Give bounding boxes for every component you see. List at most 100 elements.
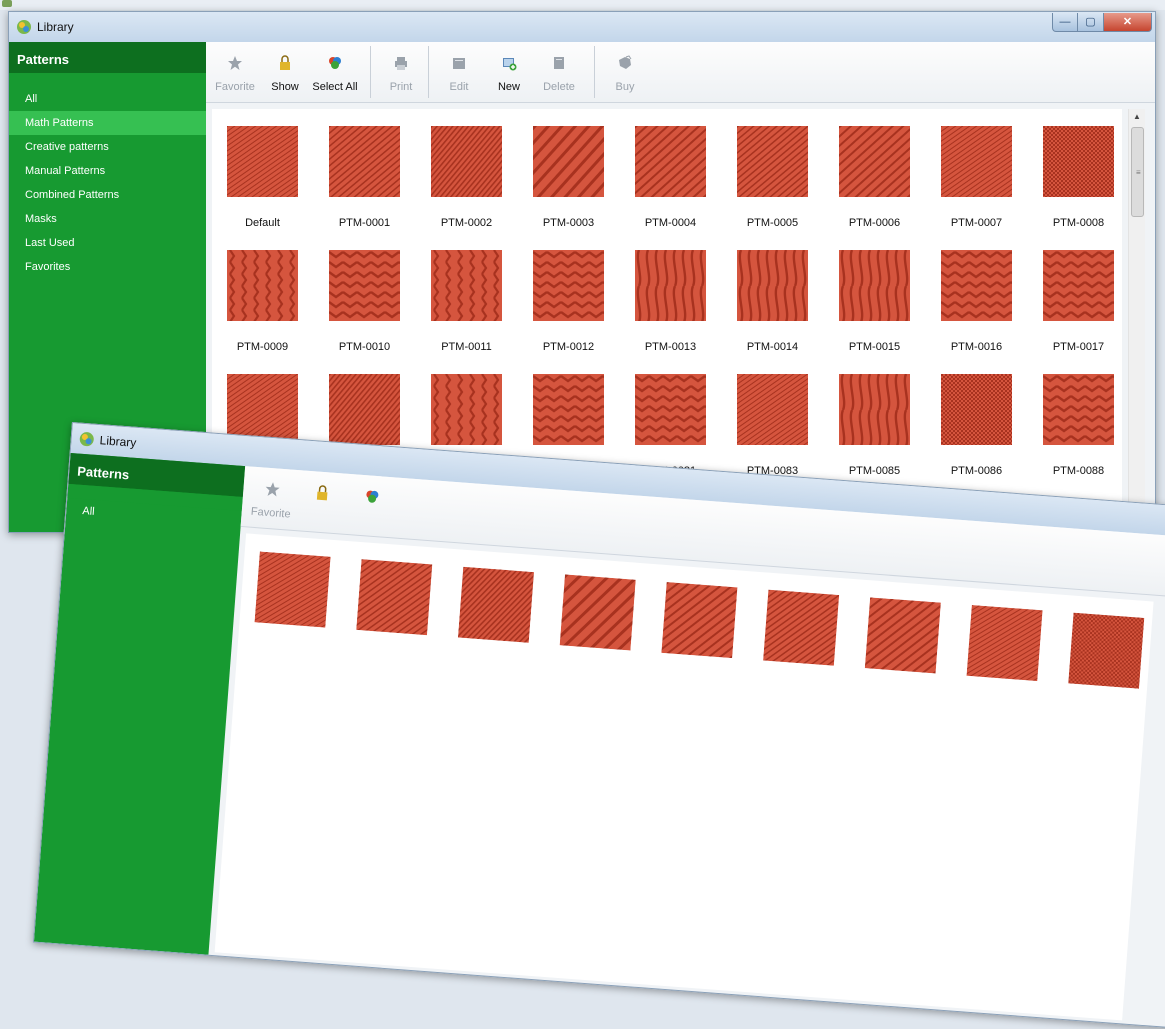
toolbar-button-label: Buy: [615, 81, 635, 93]
pattern-name: Default: [245, 217, 280, 229]
pattern-name: PTM-0007: [950, 217, 1003, 229]
sidebar-item-combined-patterns[interactable]: Combined Patterns: [9, 183, 206, 207]
pattern-thumbnail: [941, 250, 1012, 321]
toolbar-group-0: Favorite Show Select All: [210, 46, 360, 98]
pattern-name: PTM-0016: [950, 341, 1003, 353]
edit-button[interactable]: Edit: [434, 46, 484, 98]
new-button[interactable]: New: [484, 46, 534, 98]
pattern-item[interactable]: PTM-0088: [1028, 357, 1122, 480]
pattern-item[interactable]: PTM-0085: [824, 357, 925, 480]
toolbar-group-3: Buy: [600, 46, 650, 98]
sidebar-item-last-used[interactable]: Last Used: [9, 231, 206, 255]
lock-icon: [316, 485, 328, 501]
sidebar-item-favorites[interactable]: Favorites: [9, 255, 206, 279]
pattern-item[interactable]: PTM-0003: [518, 109, 619, 232]
pattern-item[interactable]: PTM-0007: [926, 109, 1027, 232]
print-button[interactable]: Print: [376, 46, 426, 98]
toolbar-button-label: New: [497, 81, 520, 93]
pattern-item[interactable]: [440, 549, 550, 679]
pattern-item[interactable]: [237, 533, 347, 663]
pattern-item[interactable]: [847, 579, 957, 709]
show-button[interactable]: [295, 474, 349, 530]
pattern-item[interactable]: PTM-0016: [926, 233, 1027, 356]
pattern-thumbnail: [839, 126, 910, 197]
toolbar: Favorite Show Select All Print Edit New Delete…: [206, 42, 1155, 103]
pattern-thumbnail: [227, 250, 298, 321]
favorite-button[interactable]: Favorite: [210, 46, 260, 98]
title-bar[interactable]: Library — ▢ ✕: [9, 12, 1155, 42]
pattern-item[interactable]: PTM-0083: [722, 357, 823, 480]
pattern-item[interactable]: PTM-0011: [416, 233, 517, 356]
pattern-item[interactable]: PTM-0002: [416, 109, 517, 232]
select-all-icon: [366, 490, 379, 503]
pattern-name: PTM-0015: [848, 341, 901, 353]
pattern-item[interactable]: [339, 541, 449, 671]
pattern-name: PTM-0002: [440, 217, 493, 229]
pattern-item[interactable]: [745, 572, 855, 702]
pattern-thumbnail: [559, 574, 636, 651]
pattern-item[interactable]: PTM-0005: [722, 109, 823, 232]
pattern-item[interactable]: PTM-0017: [1028, 233, 1122, 356]
minimize-button[interactable]: —: [1052, 13, 1078, 32]
pattern-item[interactable]: PTM-0086: [926, 357, 1027, 480]
sidebar-item-masks[interactable]: Masks: [9, 207, 206, 231]
pattern-item[interactable]: PTM-0015: [824, 233, 925, 356]
pattern-thumbnail: [533, 126, 604, 197]
pattern-thumbnail: [431, 126, 502, 197]
pattern-name: PTM-0008: [1052, 217, 1105, 229]
scroll-up-icon[interactable]: ▲: [1129, 109, 1145, 125]
pattern-name: PTM-0086: [950, 465, 1003, 477]
select-all-button[interactable]: Select All: [310, 46, 360, 98]
lock-icon: [280, 55, 290, 70]
delete-button[interactable]: Delete: [534, 46, 584, 98]
toolbar-button-label: Favorite: [215, 81, 255, 93]
sidebar: Patterns All: [33, 452, 246, 955]
pattern-item[interactable]: PTM-0006: [824, 109, 925, 232]
pattern-name: PTM-0085: [848, 465, 901, 477]
pattern-item[interactable]: PTM-0009: [212, 233, 313, 356]
sidebar-item-all[interactable]: All: [9, 87, 206, 111]
show-button[interactable]: Show: [260, 46, 310, 98]
pattern-thumbnail: [839, 250, 910, 321]
pattern-thumbnail: [839, 374, 910, 445]
pattern-name: PTM-0001: [338, 217, 391, 229]
select-all-button[interactable]: [345, 478, 399, 534]
select-all-icon: [329, 57, 341, 69]
sidebar-item-manual-patterns[interactable]: Manual Patterns: [9, 159, 206, 183]
pattern-thumbnail: [329, 250, 400, 321]
sidebar-item-math-patterns[interactable]: Math Patterns: [9, 111, 206, 135]
pattern-thumbnail: [329, 126, 400, 197]
pattern-item[interactable]: [949, 587, 1059, 717]
pattern-name: PTM-0013: [644, 341, 697, 353]
pattern-item[interactable]: PTM-0001: [314, 109, 415, 232]
pattern-name: PTM-0011: [441, 341, 492, 353]
favorite-button[interactable]: Favorite: [245, 470, 299, 526]
pattern-item[interactable]: [644, 564, 754, 694]
buy-button[interactable]: Buy: [600, 46, 650, 98]
pattern-name: PTM-0009: [236, 341, 289, 353]
pattern-item[interactable]: PTM-0013: [620, 233, 721, 356]
toolbar-group-2: Edit New Delete: [434, 46, 584, 98]
vertical-scrollbar[interactable]: ▲ ≡: [1128, 109, 1145, 529]
close-button[interactable]: ✕: [1103, 13, 1152, 32]
pattern-item[interactable]: PTM-0010: [314, 233, 415, 356]
pattern-thumbnail: [1043, 250, 1114, 321]
pattern-item[interactable]: [542, 556, 652, 686]
maximize-button[interactable]: ▢: [1077, 13, 1104, 32]
edit-icon: [453, 58, 465, 69]
pattern-thumbnail: [431, 374, 502, 445]
pattern-item[interactable]: PTM-0014: [722, 233, 823, 356]
printer-icon: [395, 57, 407, 70]
pattern-name: PTM-0012: [542, 341, 595, 353]
pattern-item[interactable]: PTM-0012: [518, 233, 619, 356]
sidebar-item-creative-patterns[interactable]: Creative patterns: [9, 135, 206, 159]
pattern-item[interactable]: PTM-0008: [1028, 109, 1122, 232]
pattern-thumbnail: [941, 374, 1012, 445]
pattern-item[interactable]: [1051, 595, 1154, 725]
pattern-item[interactable]: Default: [212, 109, 313, 232]
pattern-thumbnail: [457, 566, 535, 643]
pattern-item[interactable]: PTM-0081: [620, 357, 721, 480]
scroll-thumb[interactable]: ≡: [1131, 127, 1144, 217]
toolbar-separator: [594, 46, 595, 98]
pattern-item[interactable]: PTM-0004: [620, 109, 721, 232]
